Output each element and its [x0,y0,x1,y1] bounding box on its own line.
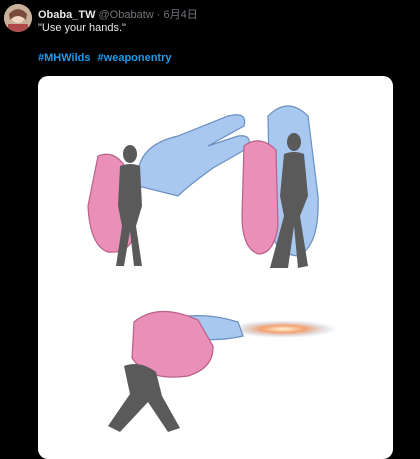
hashtag-row: #MHWilds #weaponentry [38,52,176,64]
display-name[interactable]: Obaba_TW [38,9,95,21]
figure-bottom [108,310,338,432]
avatar[interactable] [4,4,32,32]
hashtag-mhwilds[interactable]: #MHWilds [38,52,90,64]
tweet-header: Obaba_TW @Obabatw · 6月4日 [38,6,198,22]
hashtag-weaponentry[interactable]: #weaponentry [98,52,172,64]
tweet-date[interactable]: 6月4日 [164,9,198,21]
tweet-media-image[interactable] [38,76,393,459]
separator-dot: · [156,9,161,21]
figure-right [241,105,319,268]
tweet-text: "Use your hands." [38,22,126,34]
user-handle[interactable]: @Obabatw [99,9,154,21]
figure-left [87,114,250,266]
